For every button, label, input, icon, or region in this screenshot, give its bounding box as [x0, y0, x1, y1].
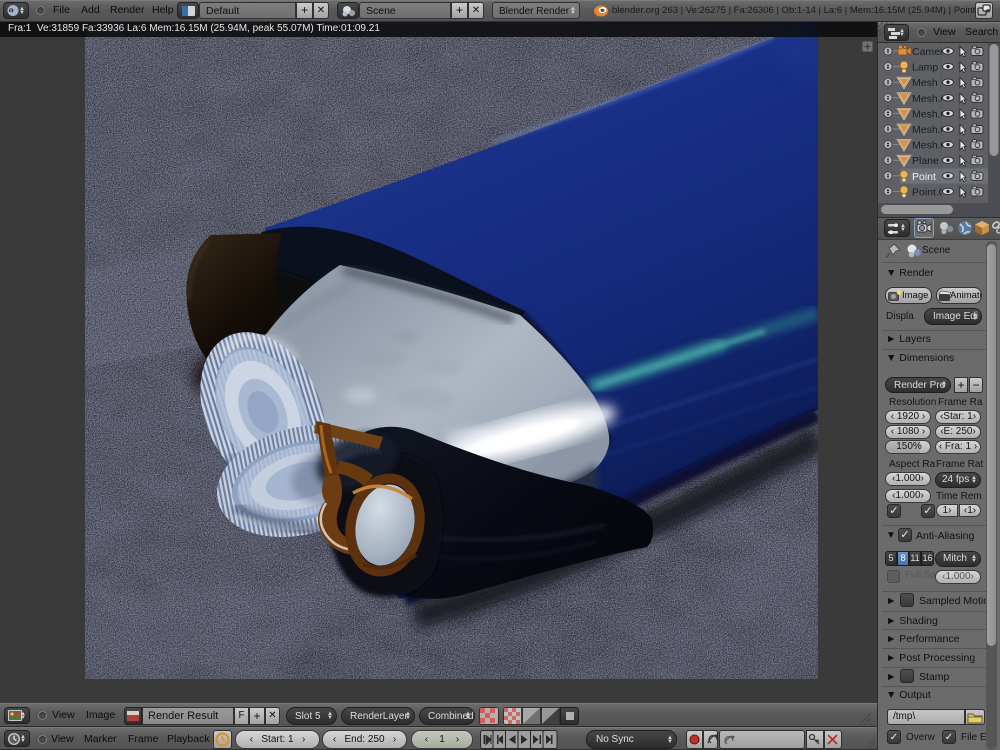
svg-text:Point: Point — [912, 171, 936, 183]
svg-text:Plane: Plane — [912, 155, 939, 167]
svg-text:Lamp: Lamp — [912, 62, 938, 74]
svg-text:Mesh: Mesh — [912, 77, 938, 89]
